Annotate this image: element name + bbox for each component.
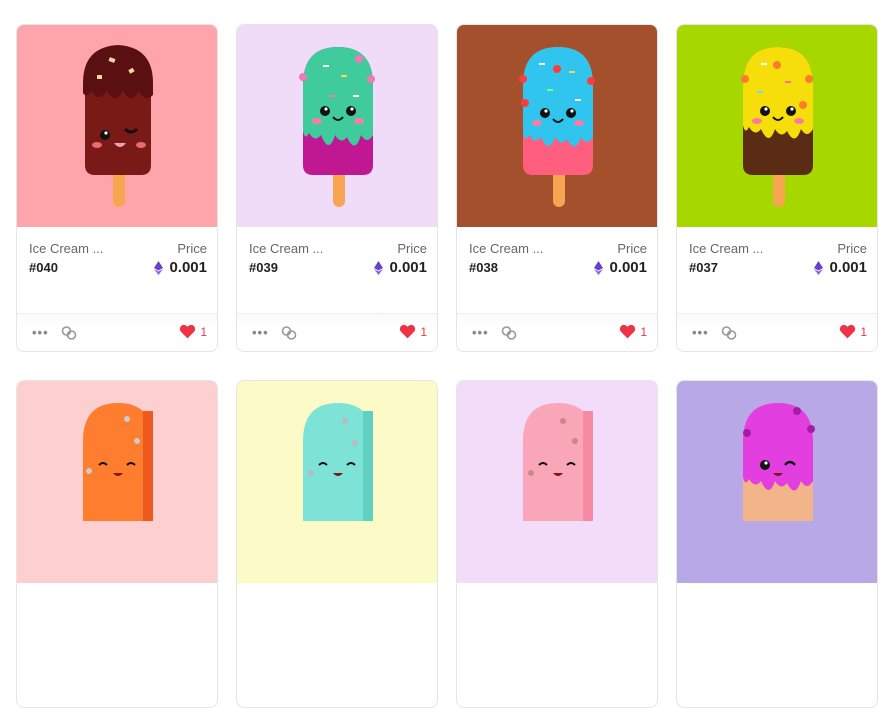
heart-icon — [400, 324, 416, 339]
nft-image[interactable] — [17, 25, 217, 227]
like-count: 1 — [200, 324, 207, 339]
nft-price: 0.001 — [814, 259, 867, 276]
heart-icon — [180, 324, 196, 339]
ice-cream-image — [303, 403, 373, 521]
card-footer: ••• 1 — [457, 313, 657, 351]
ethereum-icon — [154, 260, 164, 275]
nft-grid: Ice Cream ... Price #040 0.001 ••• 1 Ice… — [0, 0, 889, 708]
like-count: 1 — [640, 324, 647, 339]
nft-card[interactable] — [16, 380, 218, 708]
nft-token-id: #037 — [689, 260, 718, 275]
card-footer: ••• 1 — [17, 313, 217, 351]
price-label: Price — [837, 241, 867, 256]
ice-cream-image — [299, 47, 375, 207]
nft-image[interactable] — [677, 25, 877, 227]
like-count: 1 — [860, 324, 867, 339]
link-icon[interactable] — [721, 325, 737, 341]
like-button[interactable]: 1 — [619, 324, 647, 339]
price-value: 0.001 — [389, 259, 427, 276]
nft-info: Ice Cream ... Price #037 0.001 — [677, 227, 877, 315]
more-options-icon[interactable]: ••• — [252, 326, 269, 339]
like-button[interactable]: 1 — [399, 324, 427, 339]
nft-name[interactable]: Ice Cream ... — [689, 241, 779, 256]
nft-info: Ice Cream ... Price #039 0.001 — [237, 227, 437, 315]
heart-icon — [620, 324, 636, 339]
more-options-icon[interactable]: ••• — [692, 326, 709, 339]
ice-cream-image — [519, 47, 595, 207]
ethereum-icon — [814, 260, 824, 275]
nft-info: Ice Cream ... Price #038 0.001 — [457, 227, 657, 315]
nft-image[interactable] — [457, 25, 657, 227]
like-count: 1 — [420, 324, 427, 339]
nft-name[interactable]: Ice Cream ... — [249, 241, 339, 256]
ice-cream-image — [83, 403, 153, 521]
price-label: Price — [397, 241, 427, 256]
link-icon[interactable] — [501, 325, 517, 341]
nft-image[interactable] — [17, 381, 217, 583]
more-options-icon[interactable]: ••• — [472, 326, 489, 339]
price-value: 0.001 — [829, 259, 867, 276]
nft-image[interactable] — [237, 25, 437, 227]
nft-image[interactable] — [677, 381, 877, 583]
nft-card[interactable]: Ice Cream ... Price #039 0.001 ••• 1 — [236, 24, 438, 352]
nft-card[interactable] — [676, 380, 878, 708]
like-button[interactable]: 1 — [179, 324, 207, 339]
price-label: Price — [177, 241, 207, 256]
nft-price: 0.001 — [594, 259, 647, 276]
ice-cream-image — [741, 47, 813, 207]
nft-price: 0.001 — [154, 259, 207, 276]
nft-name[interactable]: Ice Cream ... — [469, 241, 559, 256]
ice-cream-image — [523, 403, 593, 521]
like-button[interactable]: 1 — [839, 324, 867, 339]
ice-cream-image — [83, 45, 153, 207]
card-footer: ••• 1 — [237, 313, 437, 351]
ethereum-icon — [594, 260, 604, 275]
nft-image[interactable] — [237, 381, 437, 583]
card-footer: ••• 1 — [677, 313, 877, 351]
price-value: 0.001 — [609, 259, 647, 276]
nft-name[interactable]: Ice Cream ... — [29, 241, 119, 256]
ethereum-icon — [374, 260, 384, 275]
nft-card[interactable]: Ice Cream ... Price #037 0.001 ••• 1 — [676, 24, 878, 352]
nft-info: Ice Cream ... Price #040 0.001 — [17, 227, 217, 315]
nft-card[interactable] — [236, 380, 438, 708]
nft-card[interactable]: Ice Cream ... Price #038 0.001 ••• 1 — [456, 24, 658, 352]
more-options-icon[interactable]: ••• — [32, 326, 49, 339]
nft-token-id: #038 — [469, 260, 498, 275]
price-label: Price — [617, 241, 647, 256]
link-icon[interactable] — [281, 325, 297, 341]
heart-icon — [840, 324, 856, 339]
nft-token-id: #040 — [29, 260, 58, 275]
nft-image[interactable] — [457, 381, 657, 583]
nft-card[interactable]: Ice Cream ... Price #040 0.001 ••• 1 — [16, 24, 218, 352]
ice-cream-image — [743, 403, 815, 521]
nft-price: 0.001 — [374, 259, 427, 276]
price-value: 0.001 — [169, 259, 207, 276]
link-icon[interactable] — [61, 325, 77, 341]
nft-token-id: #039 — [249, 260, 278, 275]
nft-card[interactable] — [456, 380, 658, 708]
